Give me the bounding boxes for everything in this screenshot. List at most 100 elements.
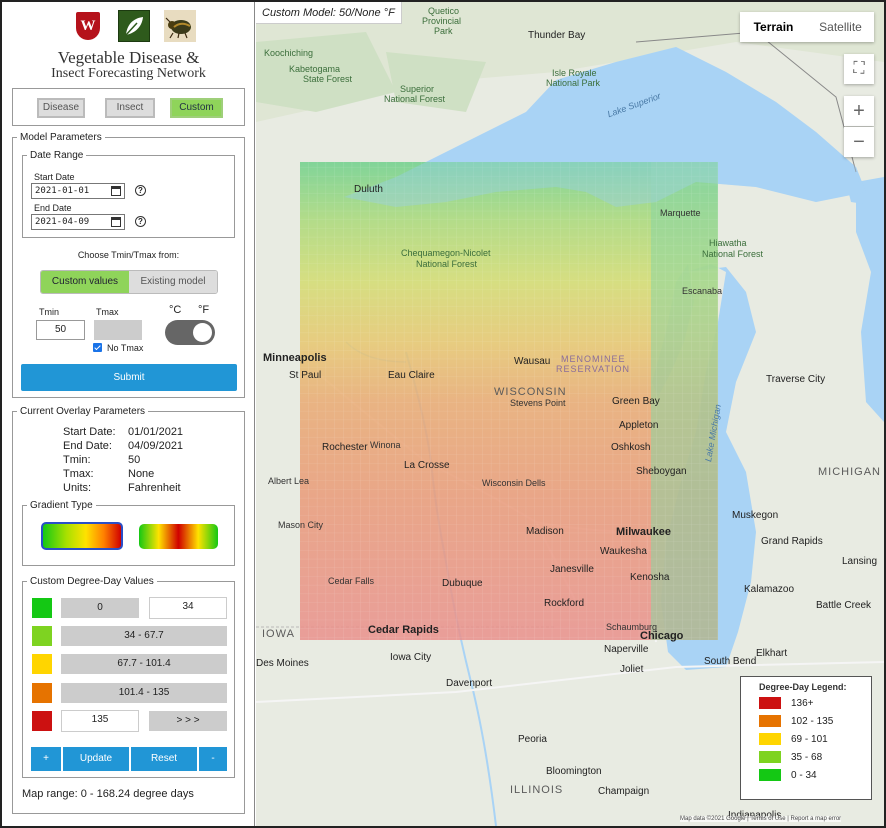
- map-label: Dubuque: [442, 578, 483, 589]
- map-label: Superior: [400, 84, 435, 94]
- tab-disease[interactable]: Disease: [37, 98, 85, 118]
- legend-swatch: [759, 733, 781, 745]
- map-label: Park: [434, 26, 453, 36]
- map-label: Green Bay: [612, 396, 660, 407]
- satellite-button[interactable]: Satellite: [807, 12, 874, 42]
- map-label: Chequamegon-Nicolet: [401, 248, 491, 258]
- map-label: Peoria: [518, 734, 547, 745]
- sidebar: W Vegetable Disease & Insect Forecasting…: [2, 2, 255, 826]
- submit-button[interactable]: Submit: [21, 364, 237, 391]
- legend-label: 69 - 101: [791, 734, 828, 745]
- map-label: Janesville: [550, 564, 594, 575]
- zoom-in-button[interactable]: +: [844, 96, 874, 126]
- map-label: South Bend: [704, 656, 757, 667]
- leaf-icon: [125, 17, 143, 36]
- overlay-start-key: Start Date:: [63, 426, 116, 438]
- map-label: MENOMINEE: [561, 354, 626, 364]
- map-label: Kenosha: [630, 572, 670, 583]
- uw-crest-icon: W: [76, 12, 100, 40]
- map-label: National Forest: [416, 259, 478, 269]
- switch-knob: [193, 323, 212, 342]
- map-label: La Crosse: [404, 460, 450, 471]
- overlay-start-value: 01/01/2021: [128, 426, 184, 438]
- help-icon[interactable]: ?: [135, 185, 146, 196]
- reset-button[interactable]: Reset: [131, 747, 197, 771]
- tab-insect[interactable]: Insect: [105, 98, 155, 118]
- map-label: Mason City: [278, 520, 324, 530]
- help-icon[interactable]: ?: [135, 216, 146, 227]
- gradient-option-linear[interactable]: [41, 522, 123, 550]
- legend-label: 0 - 34: [791, 770, 817, 781]
- fullscreen-icon[interactable]: ⛶: [844, 54, 874, 84]
- overlay-parameters-legend: Current Overlay Parameters: [20, 406, 146, 417]
- map-label: WISCONSIN: [494, 386, 567, 398]
- map-label: Appleton: [619, 420, 659, 431]
- remove-row-button[interactable]: -: [199, 747, 227, 771]
- app-title-line1: Vegetable Disease &: [57, 48, 200, 67]
- dd-swatch-orange[interactable]: [32, 683, 52, 703]
- map-label: Isle Royale: [552, 68, 597, 78]
- end-date-input[interactable]: 2021-04-09: [31, 214, 125, 230]
- unit-toggle-switch[interactable]: [165, 320, 215, 345]
- map-label: Cedar Rapids: [368, 624, 439, 636]
- terrain-button[interactable]: Terrain: [740, 12, 807, 42]
- overlay-units-value: Fahrenheit: [128, 482, 181, 494]
- map-label: Quetico: [428, 6, 460, 16]
- dd-swatch-green[interactable]: [32, 598, 52, 618]
- overlay-tmin-value: 50: [128, 454, 141, 466]
- custom-values-option[interactable]: Custom values: [41, 271, 129, 293]
- no-tmax-checkbox[interactable]: [93, 343, 102, 352]
- update-button[interactable]: Update: [63, 747, 129, 771]
- existing-model-option[interactable]: Existing model: [129, 271, 217, 293]
- calendar-icon[interactable]: [111, 186, 121, 196]
- zoom-out-button[interactable]: −: [844, 127, 874, 157]
- map-label: Iowa City: [390, 652, 432, 663]
- map-label: Elkhart: [756, 648, 788, 659]
- dd-range-0: 0: [61, 598, 139, 618]
- map-label: Joliet: [620, 664, 644, 675]
- end-date-value: 2021-04-09: [35, 217, 90, 227]
- custom-dd-legend: Custom Degree-Day Values: [30, 576, 154, 587]
- dd-more-button[interactable]: > > >: [149, 711, 227, 731]
- overlay-tmin-key: Tmin:: [63, 454, 91, 466]
- map-label: Wisconsin Dells: [482, 478, 546, 488]
- calendar-icon[interactable]: [111, 217, 121, 227]
- dd-swatch-red[interactable]: [32, 711, 52, 731]
- start-date-input[interactable]: 2021-01-01: [31, 183, 125, 199]
- add-row-button[interactable]: +: [31, 747, 61, 771]
- app-title-line2: Insect Forecasting Network: [51, 66, 206, 81]
- map-label: Schaumburg: [606, 622, 658, 632]
- dd-swatch-yellow[interactable]: [32, 654, 52, 674]
- map-label: Davenport: [446, 678, 493, 689]
- legend-label: 102 - 135: [791, 716, 834, 727]
- gradient-option-centered[interactable]: [139, 524, 218, 549]
- map-label: Minneapolis: [263, 352, 327, 364]
- map-label: IOWA: [262, 628, 295, 640]
- dd-input-0[interactable]: 34: [149, 597, 227, 619]
- map-label: Champaign: [598, 786, 650, 797]
- map-label: Koochiching: [264, 48, 314, 58]
- model-tag: Custom Model: 50/None °F: [256, 2, 402, 24]
- map-label: Stevens Point: [510, 398, 566, 408]
- map-label: Marquette: [660, 208, 701, 218]
- map-canvas[interactable]: Custom Model: 50/None °F Terrain Satelli…: [256, 2, 884, 826]
- map-attribution[interactable]: Map data ©2021 Google | Terms of Use | R…: [680, 816, 842, 822]
- temp-source-toggle: Custom values Existing model: [40, 270, 218, 294]
- map-label: Cedar Falls: [328, 576, 375, 586]
- legend-swatch: [759, 715, 781, 727]
- dd-swatch-lightgreen[interactable]: [32, 626, 52, 646]
- dd-input-4[interactable]: 135: [61, 710, 139, 732]
- legend-swatch: [759, 697, 781, 709]
- tmax-input[interactable]: [94, 320, 142, 340]
- map-label: Wausau: [514, 356, 551, 367]
- map-label: Madison: [526, 526, 564, 537]
- map-label: St Paul: [289, 370, 322, 381]
- tmin-input[interactable]: 50: [36, 320, 85, 340]
- fahrenheit-label: °F: [198, 304, 210, 316]
- gradient-type-legend: Gradient Type: [30, 500, 93, 511]
- tab-custom[interactable]: Custom: [170, 98, 223, 118]
- map-range-text: Map range: 0 - 168.24 degree days: [22, 788, 194, 800]
- map-label: Lansing: [842, 556, 878, 567]
- map-label: Hiawatha: [709, 238, 747, 248]
- map-label: National Park: [546, 78, 601, 88]
